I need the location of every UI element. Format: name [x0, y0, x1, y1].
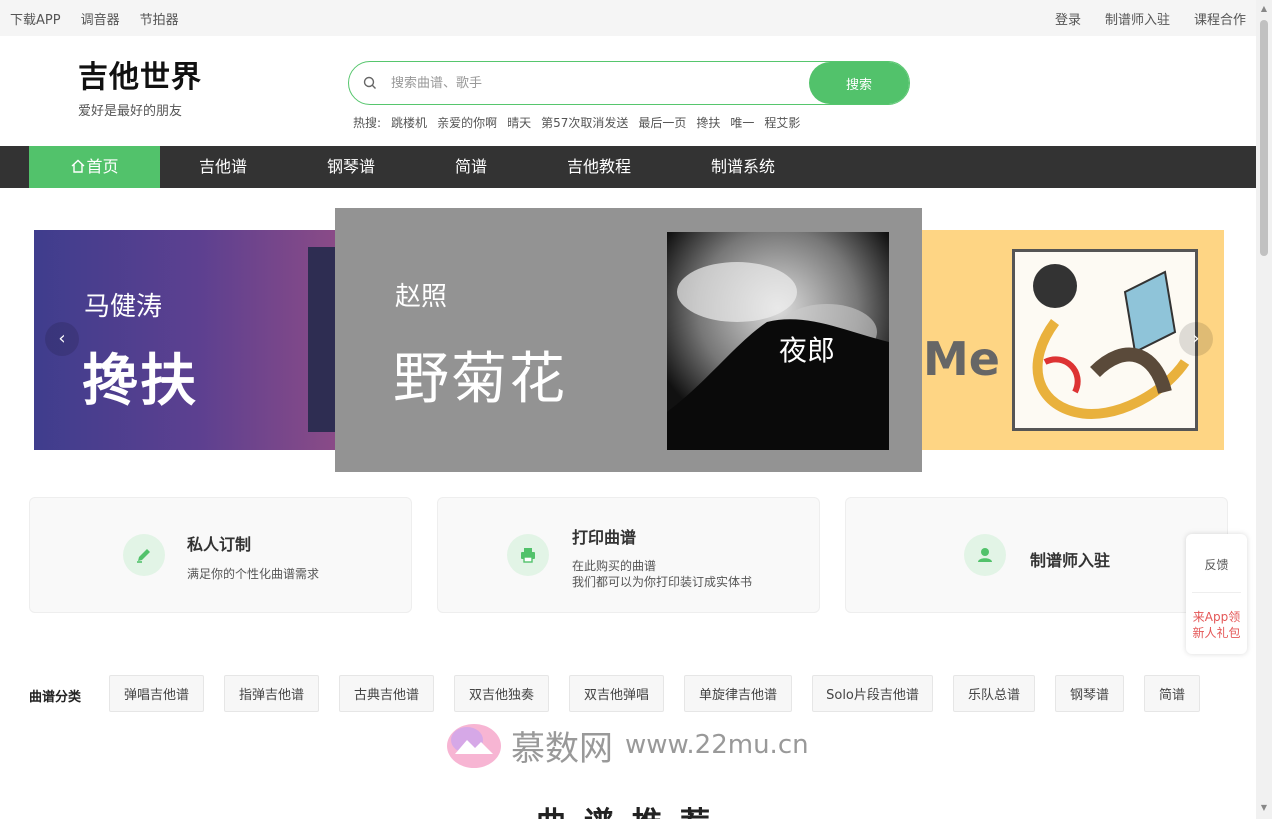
hot-search-item[interactable]: 第57次取消发送: [541, 114, 628, 131]
slide-song: 野菊花: [393, 347, 567, 412]
category-tag[interactable]: 指弹吉他谱: [224, 675, 319, 712]
nav-item-numbered-notation[interactable]: 简谱: [426, 146, 516, 188]
category-label: 曲谱分类: [29, 690, 82, 705]
album-cover: 夜郎: [667, 232, 889, 450]
metronome-link[interactable]: 节拍器: [140, 9, 179, 28]
custom-order-card[interactable]: 私人订制 满足你的个性化曲谱需求: [29, 497, 412, 613]
search-box: 搜索: [348, 61, 910, 105]
top-bar: 下载APP 调音器 节拍器 登录 制谱师入驻 课程合作: [0, 0, 1256, 36]
nav-item-guitar-lessons[interactable]: 吉他教程: [554, 146, 644, 188]
hot-search-item[interactable]: 跳楼机: [391, 114, 427, 131]
print-scores-card[interactable]: 打印曲谱 在此购买的曲谱 我们都可以为你打印装订成实体书: [437, 497, 820, 613]
card-title: 打印曲谱: [572, 528, 637, 547]
page: 下载APP 调音器 节拍器 登录 制谱师入驻 课程合作 吉他世界 爱好是最好的朋…: [0, 0, 1272, 819]
app-gift-link[interactable]: 来App领 新人礼包: [1186, 609, 1247, 641]
category-tag[interactable]: 简谱: [1144, 675, 1200, 712]
slide-title: Me: [923, 332, 1000, 386]
cover-title-text: 夜郎: [779, 334, 835, 367]
gift-line: 新人礼包: [1192, 626, 1241, 640]
search-button[interactable]: 搜索: [809, 62, 909, 104]
slide-song: 搀扶: [82, 349, 198, 414]
page-scrollbar[interactable]: ▲ ▼: [1256, 0, 1272, 819]
divider: [1192, 592, 1241, 593]
course-partner-link[interactable]: 课程合作: [1194, 9, 1246, 28]
login-link[interactable]: 登录: [1055, 9, 1081, 28]
hot-search-item[interactable]: 晴天: [507, 114, 531, 131]
hot-search-label: 热搜:: [353, 116, 382, 130]
category-tag[interactable]: 双吉他独奏: [454, 675, 549, 712]
site-logo[interactable]: 吉他世界 爱好是最好的朋友: [78, 60, 202, 119]
card-title: 制谱师入驻: [1030, 551, 1111, 570]
nav-item-piano-scores[interactable]: 钢琴谱: [306, 146, 396, 188]
category-tag[interactable]: 乐队总谱: [953, 675, 1035, 712]
section-title: 曲谱推荐: [536, 798, 728, 819]
category-tag[interactable]: 钢琴谱: [1055, 675, 1124, 712]
hot-search-item[interactable]: 唯一: [730, 114, 754, 131]
search-input[interactable]: [391, 75, 809, 91]
hot-search-item[interactable]: 搀扶: [696, 114, 720, 131]
printer-icon: [507, 534, 549, 576]
scrollbar-thumb[interactable]: [1260, 20, 1268, 256]
carousel-slide-current[interactable]: 赵照 野菊花 夜郎: [335, 208, 922, 472]
user-icon: [964, 534, 1006, 576]
watermark-name: 慕数网: [511, 728, 613, 769]
download-app-link[interactable]: 下载APP: [10, 9, 61, 28]
pencil-icon: [123, 534, 165, 576]
carousel-slide-prev[interactable]: 马健涛 搀扶: [34, 230, 336, 450]
carousel-next-button[interactable]: ›: [1179, 322, 1213, 356]
nav-item-home[interactable]: 首页: [29, 146, 160, 188]
home-icon: [72, 159, 85, 173]
category-tag[interactable]: 古典吉他谱: [339, 675, 434, 712]
nav-item-label: 首页: [86, 157, 119, 176]
watermark: 慕数网 www.22mu.cn: [445, 720, 809, 770]
brand-name: 吉他世界: [78, 60, 202, 95]
slide-artist: 赵照: [395, 282, 448, 312]
feedback-button[interactable]: 反馈: [1186, 556, 1247, 573]
brand-slogan: 爱好是最好的朋友: [78, 104, 183, 119]
transcriber-join-card[interactable]: 制谱师入驻: [845, 497, 1228, 613]
category-tag[interactable]: 弹唱吉他谱: [109, 675, 204, 712]
category-tag[interactable]: 单旋律吉他谱: [684, 675, 792, 712]
main-nav: 首页 吉他谱 钢琴谱 简谱 吉他教程 制谱系统: [0, 146, 1256, 188]
card-desc: 满足你的个性化曲谱需求: [187, 567, 320, 581]
album-cover: [308, 247, 336, 432]
nav-item-guitar-tabs[interactable]: 吉他谱: [178, 146, 268, 188]
side-float-panel: 反馈 来App领 新人礼包: [1186, 534, 1247, 654]
watermark-url: www.22mu.cn: [625, 730, 809, 760]
scroll-down-arrow-icon[interactable]: ▼: [1260, 803, 1268, 812]
card-desc: 在此购买的曲谱: [572, 559, 657, 573]
carousel-prev-button[interactable]: ‹: [45, 322, 79, 356]
card-desc: 我们都可以为你打印装订成实体书: [572, 575, 753, 589]
search-icon: [363, 76, 376, 89]
category-tag[interactable]: Solo片段吉他谱: [812, 675, 933, 712]
hot-search-item[interactable]: 最后一页: [638, 114, 686, 131]
album-cover: [1012, 249, 1198, 431]
hot-search-item[interactable]: 程艾影: [764, 114, 800, 131]
scroll-up-arrow-icon[interactable]: ▲: [1260, 4, 1268, 13]
transcriber-join-link[interactable]: 制谱师入驻: [1105, 9, 1170, 28]
tuner-link[interactable]: 调音器: [81, 9, 120, 28]
category-tag[interactable]: 双吉他弹唱: [569, 675, 664, 712]
hot-searches: 热搜: 跳楼机 亲爱的你啊 晴天 第57次取消发送 最后一页 搀扶 唯一 程艾影: [353, 114, 800, 131]
nav-item-notation-system[interactable]: 制谱系统: [698, 146, 788, 188]
watermark-logo-icon: [447, 724, 501, 768]
hot-search-item[interactable]: 亲爱的你啊: [437, 114, 497, 131]
card-title: 私人订制: [187, 535, 252, 554]
gift-line: 来App领: [1192, 610, 1241, 624]
slide-artist: 马健涛: [84, 292, 163, 322]
